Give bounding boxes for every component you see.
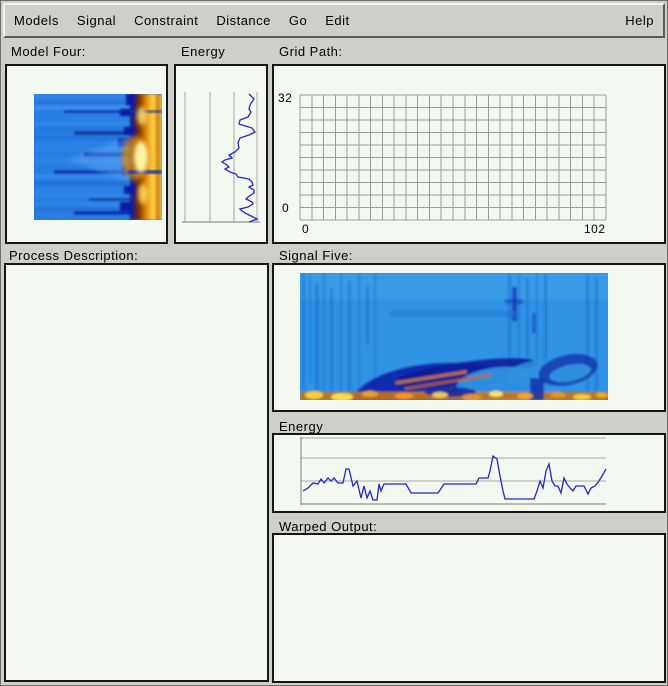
menu-models[interactable]: Models — [5, 11, 68, 30]
model-four-label: Model Four: — [11, 45, 86, 58]
signal-five-spectrogram — [300, 273, 608, 400]
grid-x-min-label: 0 — [302, 223, 309, 235]
warped-output-label: Warped Output: — [279, 520, 377, 533]
energy-left-canvas — [174, 64, 268, 244]
energy-bottom-canvas — [272, 433, 666, 513]
menu-bar: Models Signal Constraint Distance Go Edi… — [3, 3, 665, 38]
menu-go[interactable]: Go — [280, 11, 316, 30]
model-four-spectrogram — [34, 94, 162, 220]
grid-path-label: Grid Path: — [279, 45, 343, 58]
grid-y-min-label: 0 — [282, 202, 289, 214]
grid-path-canvas: 32 0 0 102 — [272, 64, 666, 244]
energy-bottom-line — [303, 456, 606, 500]
process-description-label: Process Description: — [9, 249, 138, 262]
energy-bottom-label: Energy — [279, 420, 323, 433]
energy-left-plot — [176, 66, 266, 242]
app-window: Models Signal Constraint Distance Go Edi… — [0, 0, 668, 686]
menu-signal[interactable]: Signal — [68, 11, 125, 30]
grid-path-grid — [274, 66, 664, 242]
process-description-box[interactable] — [4, 263, 269, 682]
model-four-canvas — [5, 64, 168, 244]
grid-y-max-label: 32 — [278, 92, 292, 104]
signal-five-canvas — [272, 263, 666, 412]
energy-bottom-plot — [274, 435, 664, 511]
signal-five-label: Signal Five: — [279, 249, 353, 262]
grid-x-max-label: 102 — [584, 223, 606, 235]
menu-constraint[interactable]: Constraint — [125, 11, 207, 30]
warped-output-box[interactable] — [272, 533, 666, 683]
energy-left-line — [222, 94, 257, 222]
menu-edit[interactable]: Edit — [316, 11, 358, 30]
energy-left-label: Energy — [181, 45, 225, 58]
menu-distance[interactable]: Distance — [207, 11, 280, 30]
menu-help[interactable]: Help — [616, 11, 663, 30]
